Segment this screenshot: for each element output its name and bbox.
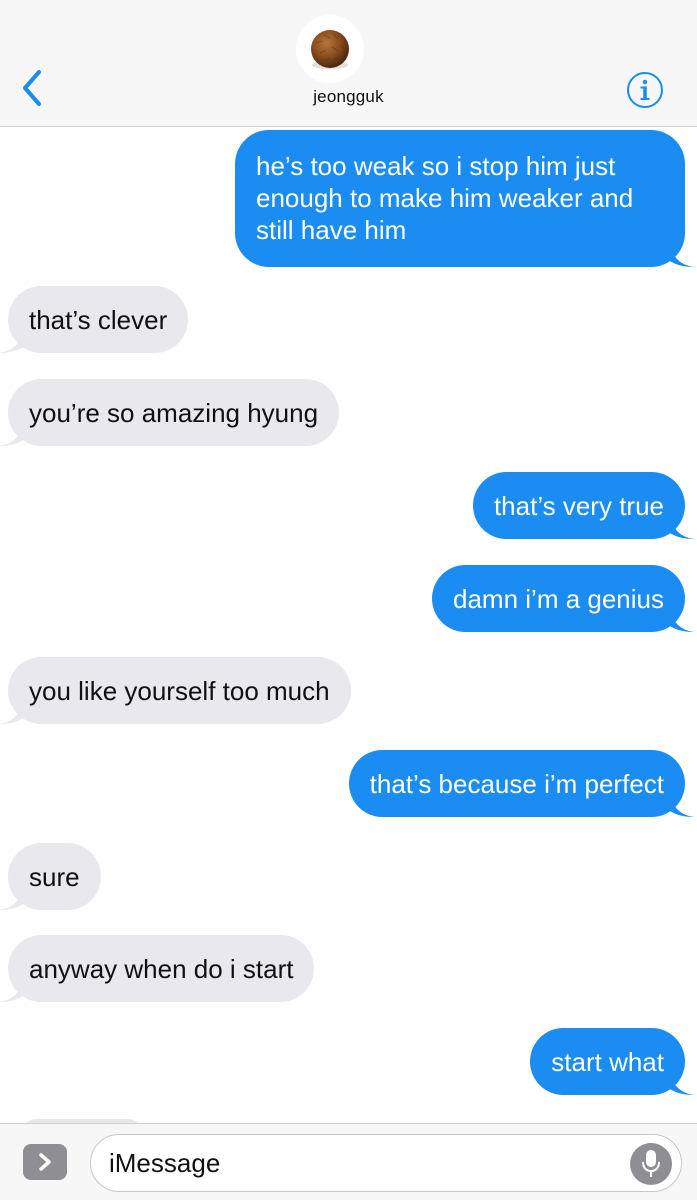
bubble-tail	[670, 608, 694, 632]
message-line: that’s clever	[29, 305, 168, 335]
bubble-tail	[670, 1071, 694, 1095]
message-bubble[interactable]: he’s too weak so i stop him just enough …	[235, 130, 685, 267]
chevron-right-icon	[39, 1153, 51, 1171]
message-outgoing: start what	[530, 1028, 694, 1095]
imessage-field[interactable]	[90, 1134, 682, 1192]
message-incoming: anyway when do i start	[0, 935, 315, 1002]
message-line: start what	[551, 1047, 664, 1077]
bubble-tail	[0, 700, 23, 724]
contact-name[interactable]: jeongguk	[0, 87, 697, 107]
bubble-tail	[0, 422, 23, 446]
microphone-button[interactable]	[630, 1143, 672, 1185]
message-line: still have him	[256, 215, 407, 245]
message-outgoing: that’s very true	[472, 472, 694, 539]
message-line: anyway when do i start	[29, 954, 294, 984]
apps-button[interactable]	[23, 1144, 67, 1180]
bubble-tail	[670, 515, 694, 539]
message-line: that’s because i’m perfect	[369, 769, 664, 799]
message-line: damn i’m a genius	[453, 584, 664, 614]
message-bubble[interactable]: you like yourself too much	[8, 657, 351, 724]
message-line: you like yourself too much	[29, 676, 330, 706]
imessage-input[interactable]	[109, 1143, 619, 1183]
message-bubble[interactable]: you’re so amazing hyung	[8, 379, 340, 446]
message-line: he’s too weak so i stop him just	[256, 151, 616, 181]
message-bubble[interactable]: anyway when do i start	[8, 935, 315, 1002]
message-bubble[interactable]: start what	[530, 1028, 685, 1095]
message-line: enough to make him weaker and	[256, 183, 634, 213]
microphone-icon	[642, 1150, 660, 1177]
bubble-tail	[0, 329, 23, 353]
message-incoming: you like yourself too much	[0, 657, 351, 724]
info-circle-icon	[627, 72, 663, 108]
message-outgoing: he’s too weak so i stop him just enough …	[235, 130, 694, 267]
contact-avatar[interactable]	[296, 15, 364, 83]
message-outgoing: damn i’m a genius	[432, 565, 694, 632]
message-bubble[interactable]: that’s clever	[8, 286, 189, 353]
conversation-header: jeongguk	[0, 0, 697, 127]
info-button[interactable]	[625, 70, 665, 110]
message-bubble[interactable]: damn i’m a genius	[432, 565, 685, 632]
message-bubble[interactable]: that’s very true	[472, 472, 685, 539]
message-incoming: you’re so amazing hyung	[0, 379, 340, 446]
bubble-tail	[0, 978, 23, 1002]
message-line: you’re so amazing hyung	[29, 398, 319, 428]
bubble-tail	[670, 243, 694, 267]
message-incoming: that’s clever	[0, 286, 189, 353]
message-outgoing: that’s because i’m perfect	[348, 750, 694, 817]
message-thread[interactable]: he’s too weak so i stop him just enough …	[0, 127, 697, 1123]
bubble-tail	[670, 793, 694, 817]
bubble-tail	[0, 886, 23, 910]
message-bubble[interactable]: that’s because i’m perfect	[348, 750, 685, 817]
message-input-bar	[0, 1123, 697, 1200]
message-line: sure	[29, 862, 80, 892]
message-line: that’s very true	[493, 491, 664, 521]
coconut-avatar-icon	[311, 30, 349, 69]
message-incoming: sure	[0, 843, 101, 910]
